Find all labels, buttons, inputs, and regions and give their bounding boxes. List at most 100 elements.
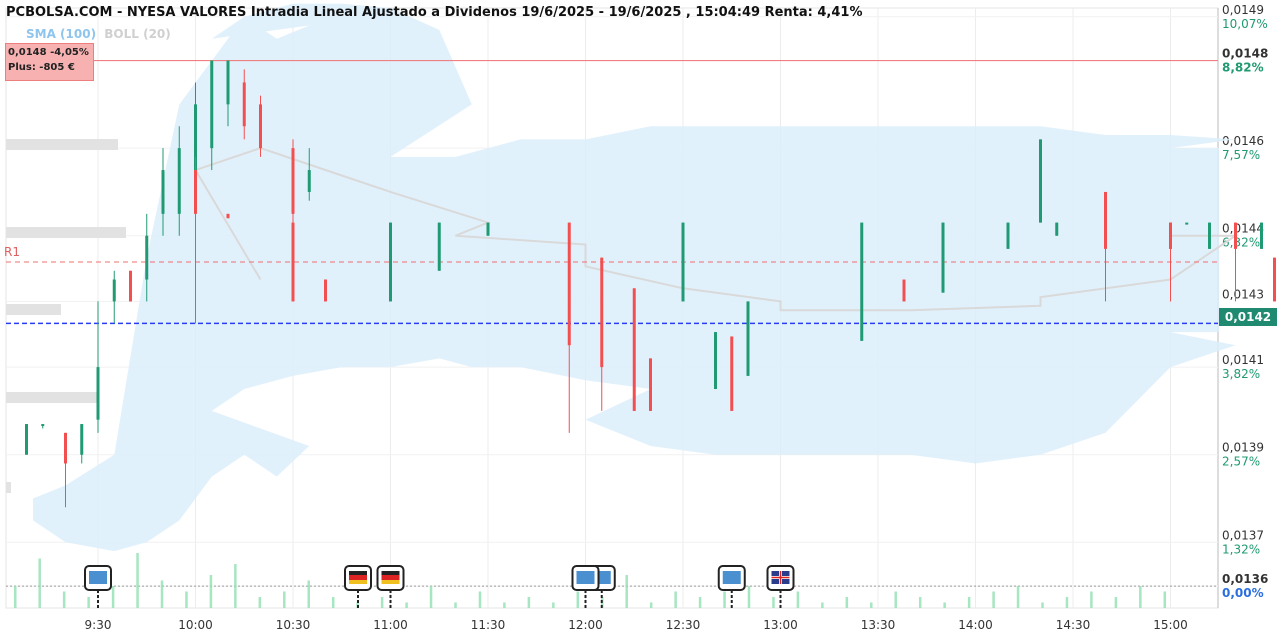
candle-body[interactable] [437, 222, 441, 271]
candle-body[interactable] [389, 222, 392, 302]
candle-body[interactable] [902, 279, 906, 302]
x-tick-label: 13:30 [861, 618, 896, 632]
plus-text: Plus: -805 € [8, 62, 75, 73]
x-tick-label: 9:30 [85, 618, 112, 632]
x-tick-label: 14:00 [958, 618, 993, 632]
candle-body[interactable] [145, 235, 149, 280]
volume-bar [38, 558, 41, 608]
germany-flag-gold [381, 580, 400, 584]
volume-profile-bar [6, 227, 126, 238]
candle-body[interactable] [307, 170, 311, 192]
volume-bar [307, 580, 310, 608]
volume-bar [111, 586, 115, 608]
candle-body[interactable] [600, 257, 604, 368]
volume-bar [454, 602, 457, 608]
candle-body[interactable] [1039, 139, 1042, 223]
volume-bar [967, 597, 971, 608]
volume-bar [185, 591, 188, 608]
candle-body[interactable] [649, 358, 652, 411]
candle-body[interactable] [1208, 222, 1211, 249]
y-tick-price: 0,0136 [1222, 572, 1268, 586]
candle-body[interactable] [1169, 222, 1172, 249]
candle-body[interactable] [632, 288, 636, 411]
candle-body[interactable] [1055, 222, 1059, 236]
candle-body[interactable] [730, 336, 734, 411]
x-tick-label: 13:00 [763, 618, 798, 632]
volume-bar [380, 597, 384, 608]
candle-body[interactable] [567, 222, 571, 346]
volume-bar [943, 602, 946, 608]
price-chart[interactable]: 9:30 10:00 10:30 11:00 11:30 12:00 12:30 13:00 1… [0, 0, 1285, 638]
sma-legend[interactable]: SMA (100) [26, 27, 96, 41]
germany-flag-icon [349, 571, 367, 575]
volume-bar [821, 602, 824, 608]
candle-body[interactable] [860, 222, 864, 341]
volume-bar [136, 553, 139, 608]
candle-body[interactable] [291, 222, 295, 302]
candle-body[interactable] [291, 148, 295, 214]
volume-bar [772, 597, 775, 608]
boll-legend[interactable]: BOLL (20) [104, 27, 171, 41]
volume-bar [160, 580, 164, 608]
volume-bar [894, 591, 897, 608]
candle-body[interactable] [746, 301, 750, 376]
candle-body[interactable] [226, 213, 230, 219]
volume-bar [918, 597, 922, 608]
volume-bar [283, 591, 286, 608]
candle-body[interactable] [324, 279, 327, 302]
y-tick-price: 0,0146 [1222, 134, 1264, 148]
x-tick-label: 15:00 [1153, 618, 1188, 632]
germany-flag-gold [349, 580, 367, 584]
volume-bar [209, 575, 213, 608]
chart-icon [722, 571, 741, 584]
candle-body[interactable] [1185, 222, 1189, 225]
current-price-badge: 0,0142 [1219, 308, 1277, 326]
y-tick-percent: 0,00% [1222, 586, 1264, 600]
volume-bar [1041, 602, 1044, 608]
candle-body[interactable] [177, 148, 181, 214]
candle-body[interactable] [941, 222, 945, 293]
volume-bar [478, 591, 482, 608]
candle-body[interactable] [259, 104, 262, 149]
candle-body[interactable] [1104, 191, 1107, 249]
candle-body[interactable] [242, 82, 246, 127]
candle-body[interactable] [714, 332, 717, 390]
volume-bar [62, 591, 66, 608]
volume-bar [14, 586, 17, 608]
candle-body[interactable] [1260, 222, 1263, 249]
y-tick-price: 0,0139 [1222, 441, 1264, 455]
x-tick-label: 12:00 [568, 618, 603, 632]
candle-body[interactable] [1006, 222, 1010, 249]
candle-body[interactable] [129, 270, 132, 302]
candle-body[interactable] [96, 367, 100, 420]
candle-body[interactable] [210, 60, 214, 149]
candle-body[interactable] [681, 222, 685, 302]
volume-bar [796, 591, 800, 608]
candle-body[interactable] [161, 170, 165, 214]
germany-flag-icon [381, 571, 400, 575]
volume-bar [870, 602, 873, 608]
x-tick-label: 11:00 [373, 618, 408, 632]
candle-body[interactable] [194, 170, 197, 214]
candle-body[interactable] [41, 424, 45, 427]
candle-body[interactable] [1234, 222, 1237, 249]
volume-bar [747, 586, 751, 608]
volume-bar [1114, 597, 1118, 608]
candle-body[interactable] [64, 432, 67, 464]
volume-profile-bar [6, 482, 11, 493]
candle-body[interactable] [226, 60, 230, 105]
candle-body[interactable] [25, 424, 28, 455]
y-tick-price: 0,0141 [1222, 353, 1264, 367]
volume-profile-bar [6, 392, 98, 403]
germany-flag-red [349, 575, 367, 580]
y-tick-price: 0,0137 [1222, 528, 1264, 542]
candle-body[interactable] [486, 222, 490, 236]
volume-bar [87, 597, 90, 608]
candle-body[interactable] [112, 279, 116, 302]
candle-body[interactable] [1273, 257, 1276, 302]
candle-body[interactable] [80, 424, 84, 455]
volume-bar [552, 602, 555, 608]
volume-bar [527, 597, 531, 608]
volume-bar [576, 591, 580, 608]
volume-bar [649, 602, 653, 608]
